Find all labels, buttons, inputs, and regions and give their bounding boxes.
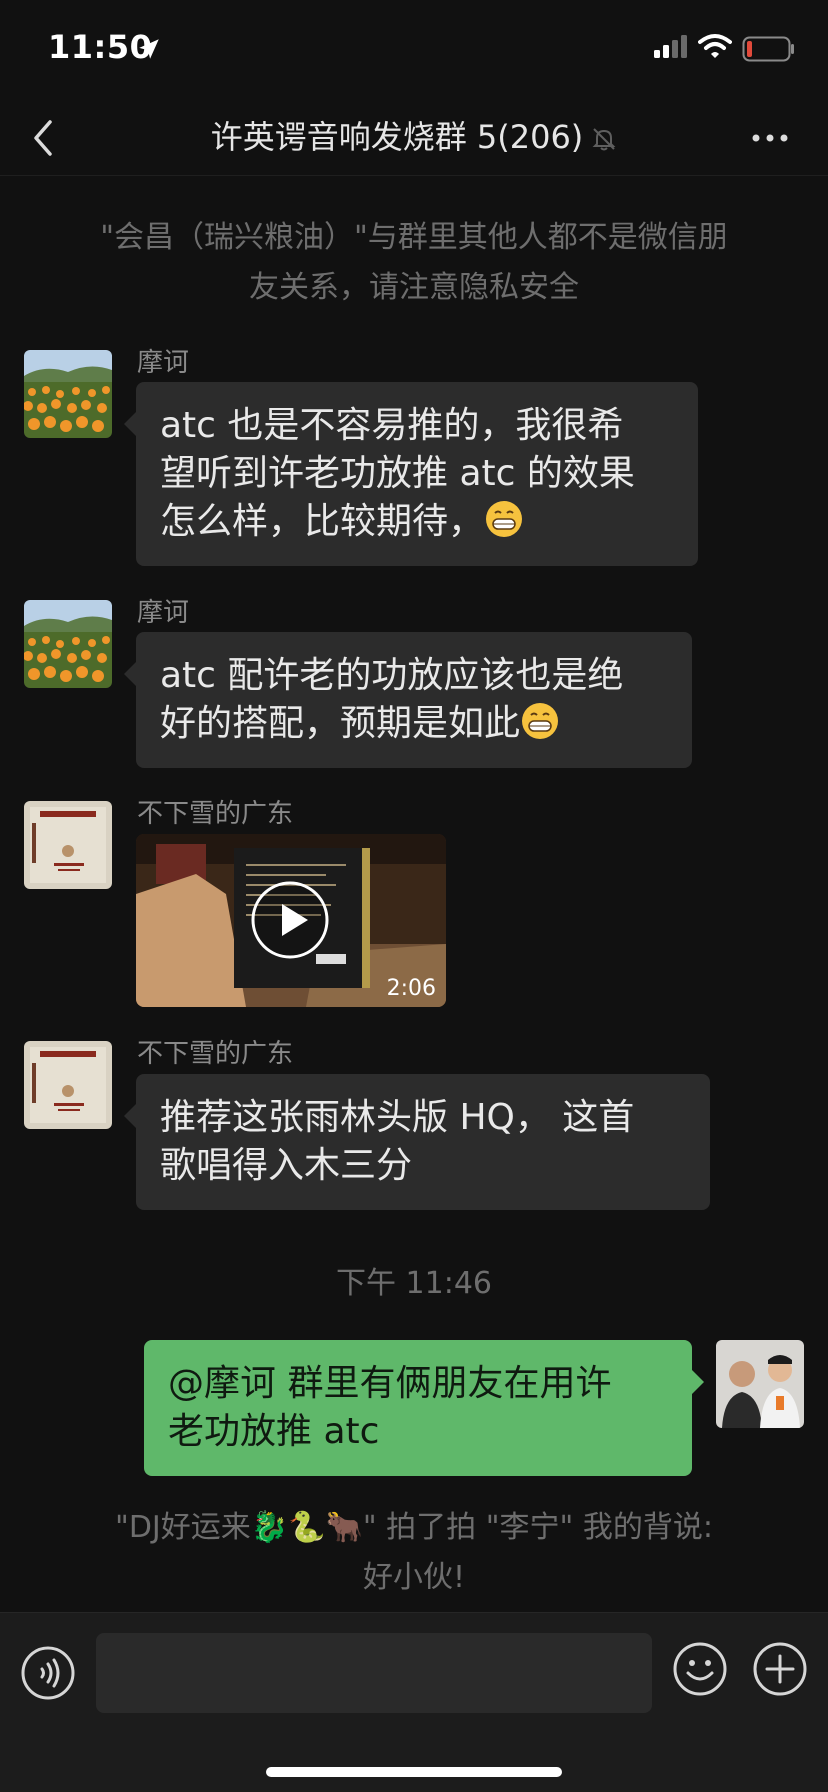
- message-line: 望听到许老功放推 atc 的效果: [160, 453, 635, 494]
- avatar-flower-field-image: [24, 350, 112, 438]
- signal-icon: [654, 35, 687, 58]
- message-line: atc 配许老的功放应该也是绝: [160, 655, 624, 696]
- my-avatar-photo: [716, 1340, 804, 1428]
- wifi-icon: [698, 34, 732, 58]
- sender-name: 不下雪的广东: [137, 1039, 294, 1069]
- chat-screen: 11:50 许英谔音响发烧群 5(206) "会昌（瑞兴粮油）"与群里其他人都不…: [0, 0, 828, 1792]
- message-last-line: 好的搭配，预期是如此: [160, 700, 668, 748]
- input-bar: [0, 1612, 828, 1792]
- voice-icon[interactable]: [20, 1645, 76, 1701]
- avatar-book-cover-image: [24, 1041, 112, 1129]
- location-arrow-icon: [139, 39, 159, 59]
- message-line: 推荐这张雨林头版 HQ， 这首: [160, 1097, 635, 1138]
- message-line: 怎么样，比较期待，: [160, 501, 485, 542]
- privacy-notice-line: "会昌（瑞兴粮油）"与群里其他人都不是微信朋: [100, 220, 728, 255]
- avatar-moke[interactable]: [24, 350, 112, 438]
- chat-title: 许英谔音响发烧群 5(206): [0, 112, 828, 158]
- message-line: 歌唱得入木三分: [160, 1145, 413, 1186]
- sender-name: 摩诃: [137, 348, 190, 378]
- pat-notice: "DJ好运来🐉🐍🐂" 拍了拍 "李宁" 我的背说: 好小伙!: [40, 1503, 788, 1603]
- message-input[interactable]: [96, 1633, 652, 1713]
- avatar-book-cover-image: [24, 801, 112, 889]
- pat-notice-line: 好小伙!: [362, 1560, 466, 1595]
- message-bubble[interactable]: atc 也是不容易推的，我很希 望听到许老功放推 atc 的效果 怎么样，比较期…: [124, 382, 698, 566]
- privacy-notice: "会昌（瑞兴粮油）"与群里其他人都不是微信朋 友关系，请注意隐私安全: [40, 213, 788, 313]
- home-indicator: [266, 1767, 562, 1777]
- message-line: @摩诃 群里有俩朋友在用许: [168, 1363, 612, 1404]
- message-line: 老功放推 atc: [168, 1411, 380, 1452]
- emoji-icon[interactable]: [672, 1641, 728, 1697]
- video-duration: 2:06: [386, 976, 436, 1001]
- battery-icon: [742, 36, 794, 62]
- privacy-notice-line: 友关系，请注意隐私安全: [249, 270, 579, 305]
- status-bar: 11:50: [0, 0, 828, 100]
- my-message-bubble[interactable]: @摩诃 群里有俩朋友在用许 老功放推 atc: [144, 1340, 704, 1476]
- timestamp: 下午 11:46: [336, 1266, 492, 1301]
- avatar-moke[interactable]: [24, 600, 112, 688]
- my-avatar[interactable]: [716, 1340, 804, 1428]
- video-message[interactable]: 2:06: [136, 834, 446, 1007]
- sender-name: 不下雪的广东: [137, 799, 294, 829]
- sender-name: 摩诃: [137, 598, 190, 628]
- message-last-line: 怎么样，比较期待，: [160, 498, 674, 546]
- mute-bell-icon: [592, 128, 616, 151]
- message-line: 好的搭配，预期是如此: [160, 703, 521, 744]
- play-icon[interactable]: [250, 880, 330, 960]
- avatar-flower-field-image: [24, 600, 112, 688]
- more-icon[interactable]: [750, 122, 790, 154]
- chat-title-text: 许英谔音响发烧群 5(206): [210, 118, 584, 156]
- message-bubble[interactable]: 推荐这张雨林头版 HQ， 这首 歌唱得入木三分: [124, 1074, 710, 1210]
- pat-notice-line: "DJ好运来🐉🐍🐂" 拍了拍 "李宁" 我的背说:: [115, 1510, 713, 1545]
- avatar-buxiaxue[interactable]: [24, 801, 112, 889]
- nav-bar: 许英谔音响发烧群 5(206): [0, 100, 828, 176]
- plus-icon[interactable]: [752, 1641, 808, 1697]
- grin-emoji-icon: [486, 501, 523, 537]
- message-line: atc 也是不容易推的，我很希: [160, 405, 624, 446]
- avatar-buxiaxue[interactable]: [24, 1041, 112, 1129]
- message-bubble[interactable]: atc 配许老的功放应该也是绝 好的搭配，预期是如此: [124, 632, 692, 768]
- grin-emoji-icon: [522, 703, 559, 739]
